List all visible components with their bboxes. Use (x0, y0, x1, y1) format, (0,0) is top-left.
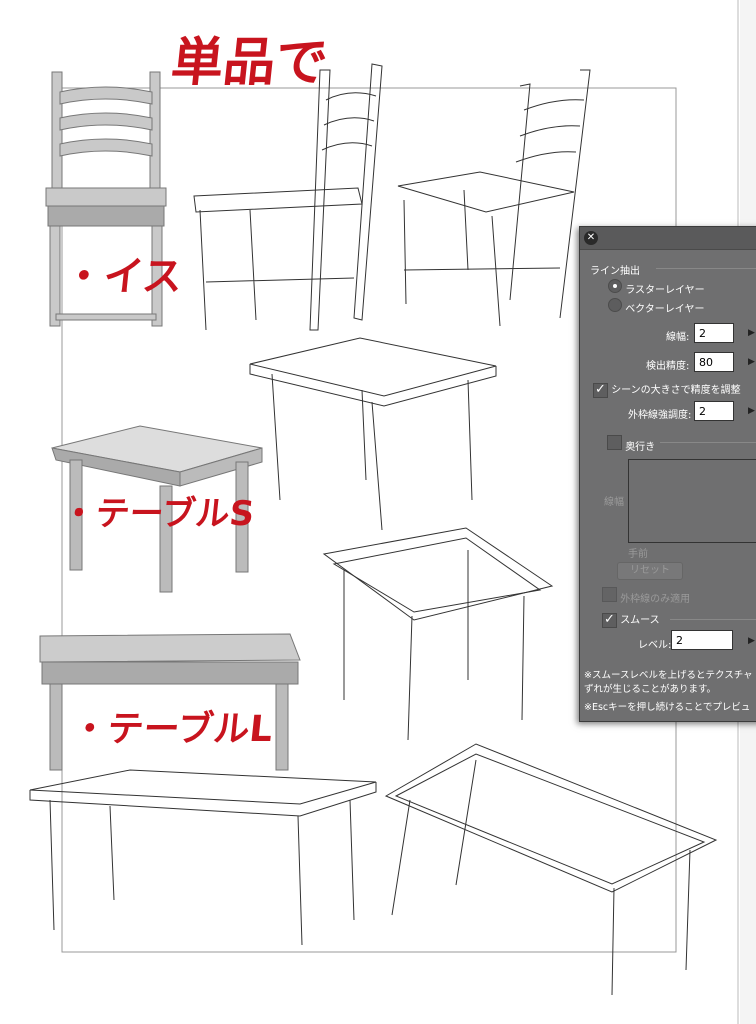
smooth-note-line2: ずれが生じることがあります。 (584, 684, 717, 695)
line-width-arrow-icon[interactable]: ▶ (748, 328, 755, 338)
esc-note: ※Escキーを押し続けることでプレビュ (584, 702, 751, 713)
depth-label: 奥行き (625, 442, 656, 453)
smooth-label: スムース (620, 615, 660, 626)
smooth-note-line1: ※スムースレベルを上げるとテクスチャ (584, 670, 753, 681)
radio-raster[interactable]: ラスターレイヤー (608, 279, 705, 296)
level-label: レベル: (638, 640, 672, 651)
reset-button[interactable]: リセット (617, 562, 683, 580)
precision-input[interactable]: 80 (694, 352, 734, 372)
level-input[interactable]: 2 (671, 630, 733, 650)
smooth-checkbox[interactable]: ✓ スムース (602, 611, 660, 628)
radio-raster-label: ラスターレイヤー (625, 285, 705, 296)
line-table-small (249, 337, 497, 531)
note-table-s: ・テーブルS (59, 494, 257, 534)
outline-only-checkbox[interactable]: 外枠線のみ適用 (602, 587, 690, 605)
close-icon[interactable]: ✕ (584, 231, 598, 245)
note-chair: ・イス (61, 254, 185, 300)
panel-titlebar[interactable]: ✕ (580, 227, 756, 250)
line-width-input[interactable]: 2 (694, 323, 734, 343)
front-label: 手前 (628, 549, 648, 560)
checkbox-box (607, 435, 622, 450)
check-icon: ✓ (593, 383, 608, 398)
outline-arrow-icon[interactable]: ▶ (748, 406, 755, 416)
precision-arrow-icon[interactable]: ▶ (748, 357, 755, 367)
line-table-large-upside (384, 743, 718, 996)
note-title: 単品で (168, 33, 331, 93)
check-icon: ✓ (602, 613, 617, 628)
precision-label: 検出精度: (646, 361, 690, 372)
scene-adjust-checkbox[interactable]: ✓ シーンの大きさで精度を調整 (593, 381, 741, 398)
section-title: ライン抽出 (590, 266, 640, 277)
depth-checkbox[interactable]: 奥行き (607, 435, 655, 453)
radio-vector-label: ベクターレイヤー (625, 304, 705, 315)
line-table-small-upside (322, 527, 554, 741)
radio-vector[interactable]: ベクターレイヤー (608, 298, 705, 315)
depth-width-label: 線幅 (604, 497, 624, 508)
outline-only-label: 外枠線のみ適用 (620, 594, 691, 605)
note-table-l: ・テーブルL (69, 709, 275, 750)
checkbox-box (602, 587, 617, 602)
depth-graph[interactable] (628, 459, 756, 543)
level-arrow-icon[interactable]: ▶ (748, 636, 755, 646)
outline-input[interactable]: 2 (694, 401, 734, 421)
outline-label: 外枠線強調度: (628, 410, 692, 421)
radio-icon (608, 298, 622, 312)
line-width-label: 線幅: (666, 332, 690, 343)
scene-adjust-label: シーンの大きさで精度を調整 (611, 385, 741, 396)
line-chair-side (193, 63, 383, 331)
radio-icon (608, 279, 622, 293)
line-extraction-panel: ✕ ライン抽出 ラスターレイヤー ベクターレイヤー 線幅: 2 ▶ 検出精度: … (579, 226, 756, 722)
line-chair-angled (397, 69, 591, 327)
line-table-large (29, 769, 377, 946)
